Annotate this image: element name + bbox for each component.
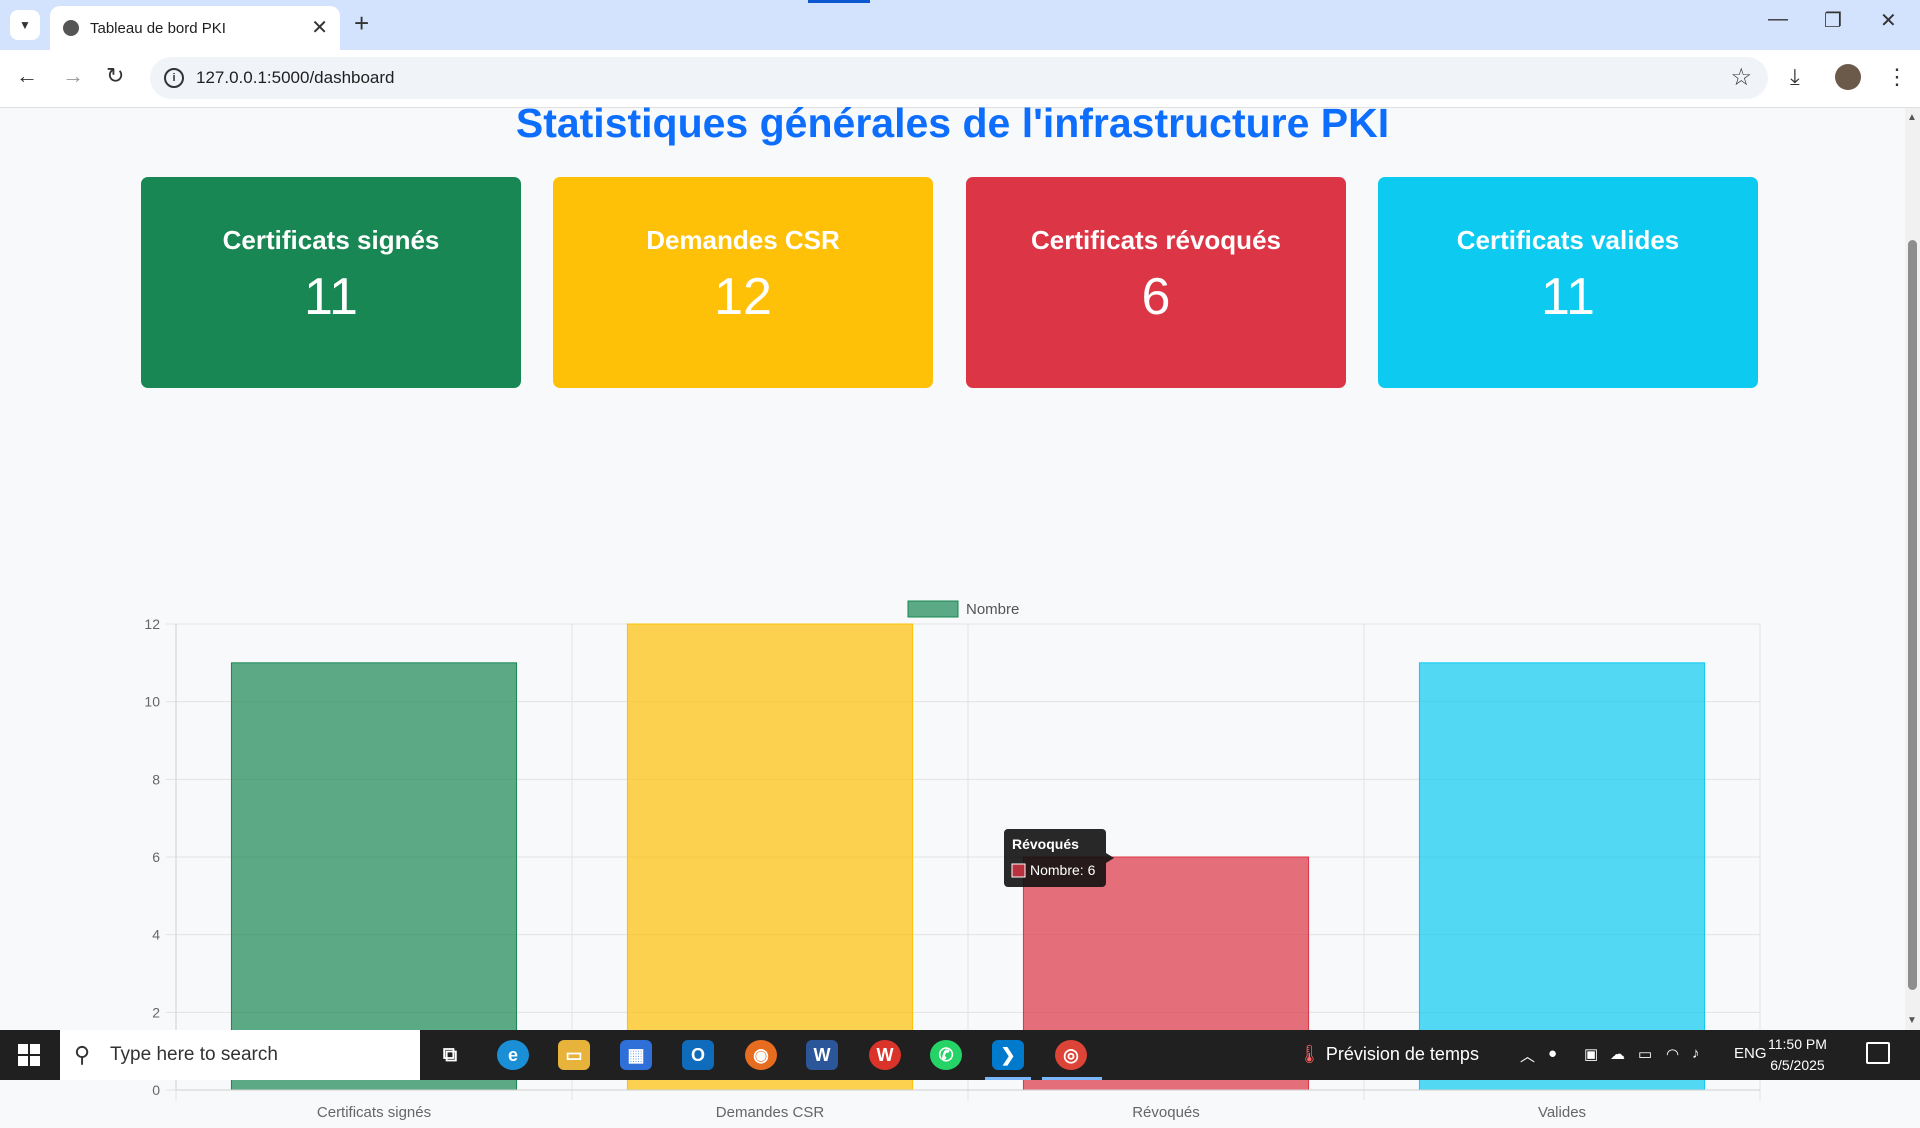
page-title: Statistiques générales de l'infrastructu… — [515, 100, 1390, 146]
tooltip-title: Révoqués — [1012, 836, 1079, 852]
x-tick-label: Certificats signés — [317, 1104, 431, 1121]
tab-search-chevron-icon[interactable]: ▼ — [10, 10, 40, 40]
card-value: 12 — [714, 268, 772, 326]
clock-date: 6/5/2025 — [1770, 1057, 1825, 1073]
thermometer-icon: 🌡 — [1298, 1044, 1321, 1064]
tray-app-icon[interactable]: ● — [1548, 1045, 1557, 1062]
page-scrollbar[interactable]: ▲ ▼ — [1905, 108, 1920, 1030]
close-tab-icon[interactable]: ✕ — [311, 15, 328, 40]
minimize-icon[interactable]: — — [1768, 8, 1788, 31]
vscode-icon[interactable]: ❯ — [992, 1040, 1024, 1070]
wps-office-icon[interactable]: W — [869, 1040, 901, 1070]
word-icon[interactable]: W — [806, 1040, 838, 1070]
card-label: Certificats signés — [222, 225, 440, 255]
y-tick-label: 8 — [152, 771, 160, 787]
y-tick-label: 4 — [152, 927, 160, 943]
scroll-down-arrow-icon[interactable]: ▼ — [1907, 1015, 1917, 1026]
outlook-icon[interactable]: O — [682, 1040, 714, 1070]
download-icon[interactable]: ⤓ — [1790, 64, 1800, 90]
scrollbar-thumb[interactable] — [1908, 240, 1917, 990]
volume-icon[interactable]: ♪ — [1692, 1045, 1700, 1062]
dashboard-page: Statistiques générales de l'infrastructu… — [0, 100, 1905, 1121]
scroll-up-arrow-icon[interactable]: ▲ — [1907, 112, 1917, 123]
x-tick-label: Demandes CSR — [716, 1104, 825, 1121]
tooltip-body: Nombre: 6 — [1030, 862, 1096, 878]
bookmark-star-icon[interactable]: ☆ — [1730, 63, 1752, 92]
card-value: 6 — [1141, 268, 1171, 326]
card-signed-certificates: Certificats signés 11 — [141, 177, 521, 388]
restore-icon[interactable]: ❐ — [1824, 8, 1842, 33]
tray-overflow-chevron-icon[interactable]: ︿ — [1520, 1045, 1535, 1066]
card-value: 11 — [304, 268, 358, 326]
bar — [1418, 662, 1706, 1091]
microsoft-store-icon[interactable]: ▦ — [620, 1040, 652, 1070]
legend-label: Nombre — [966, 601, 1019, 618]
bar — [626, 623, 914, 1091]
tooltip-swatch — [1011, 863, 1026, 878]
browser-tab-bar: ▼ Tableau de bord PKI ✕ + — ❐ ✕ — [0, 0, 1920, 50]
card-label: Certificats révoqués — [1031, 225, 1281, 255]
edge-icon[interactable]: e — [497, 1040, 529, 1070]
card-label: Certificats valides — [1456, 225, 1680, 255]
window-close-icon[interactable]: ✕ — [1880, 8, 1897, 33]
file-explorer-icon[interactable]: ▭ — [558, 1040, 590, 1070]
notification-center-icon[interactable] — [1866, 1042, 1890, 1064]
bar — [230, 662, 518, 1091]
y-tick-label: 0 — [152, 1082, 160, 1098]
chrome-icon[interactable]: ◎ — [1055, 1040, 1087, 1070]
x-tick-label: Valides — [1538, 1104, 1586, 1121]
weather-widget[interactable]: 🌡 Prévision de temps — [1298, 1044, 1479, 1065]
tab-strip-indicator — [808, 0, 870, 3]
card-label: Demandes CSR — [646, 225, 840, 255]
card-revoked-certificates: Certificats révoqués 6 — [966, 177, 1346, 388]
windows-start-icon[interactable] — [18, 1044, 40, 1066]
y-tick-label: 10 — [144, 694, 160, 710]
onedrive-cloud-icon[interactable]: ☁ — [1610, 1045, 1625, 1063]
site-info-icon[interactable]: i — [164, 68, 184, 88]
weather-text: Prévision de temps — [1325, 1044, 1479, 1064]
browser-tab[interactable]: Tableau de bord PKI ✕ — [50, 6, 340, 50]
whatsapp-icon[interactable]: ✆ — [930, 1040, 962, 1070]
wifi-icon[interactable]: ◠ — [1666, 1045, 1679, 1063]
taskbar-search-box[interactable]: ⚲ Type here to search — [60, 1030, 420, 1080]
y-tick-label: 12 — [144, 616, 160, 632]
y-tick-label: 6 — [152, 849, 160, 865]
forward-arrow-icon[interactable]: → — [62, 63, 84, 89]
clock-time: 11:50 PM — [1768, 1036, 1827, 1052]
task-view-icon[interactable]: ⧉ — [434, 1040, 466, 1070]
reload-icon[interactable]: ↻ — [106, 63, 124, 89]
meet-icon[interactable]: ▣ — [1584, 1045, 1598, 1063]
search-placeholder[interactable]: Type here to search — [110, 1044, 278, 1066]
x-tick-label: Révoqués — [1132, 1104, 1200, 1121]
profile-avatar[interactable] — [1835, 64, 1861, 90]
card-csr-requests: Demandes CSR 12 — [553, 177, 933, 388]
menu-kebab-icon[interactable]: ⋮ — [1886, 64, 1908, 90]
legend-swatch — [907, 600, 959, 618]
y-tick-label: 2 — [152, 1004, 160, 1020]
battery-icon[interactable]: ▭ — [1638, 1045, 1652, 1063]
url-text[interactable]: 127.0.0.1:5000/dashboard — [196, 68, 395, 88]
globe-icon — [63, 20, 79, 36]
card-value: 11 — [1541, 268, 1595, 326]
search-icon: ⚲ — [74, 1042, 91, 1067]
tab-title: Tableau de bord PKI — [90, 20, 226, 37]
system-clock[interactable]: 11:50 PM 6/5/2025 — [1768, 1034, 1827, 1076]
address-bar[interactable]: i 127.0.0.1:5000/dashboard ☆ — [150, 57, 1768, 99]
back-arrow-icon[interactable]: ← — [16, 63, 38, 89]
new-tab-plus-icon[interactable]: + — [354, 8, 369, 39]
language-indicator[interactable]: ENG — [1734, 1045, 1767, 1062]
windows-taskbar: ⚲ Type here to search ⧉ e ▭ ▦ O ◉ W W ✆ … — [0, 1030, 1920, 1080]
card-valid-certificates: Certificats valides 11 — [1378, 177, 1758, 388]
firefox-icon[interactable]: ◉ — [745, 1040, 777, 1070]
